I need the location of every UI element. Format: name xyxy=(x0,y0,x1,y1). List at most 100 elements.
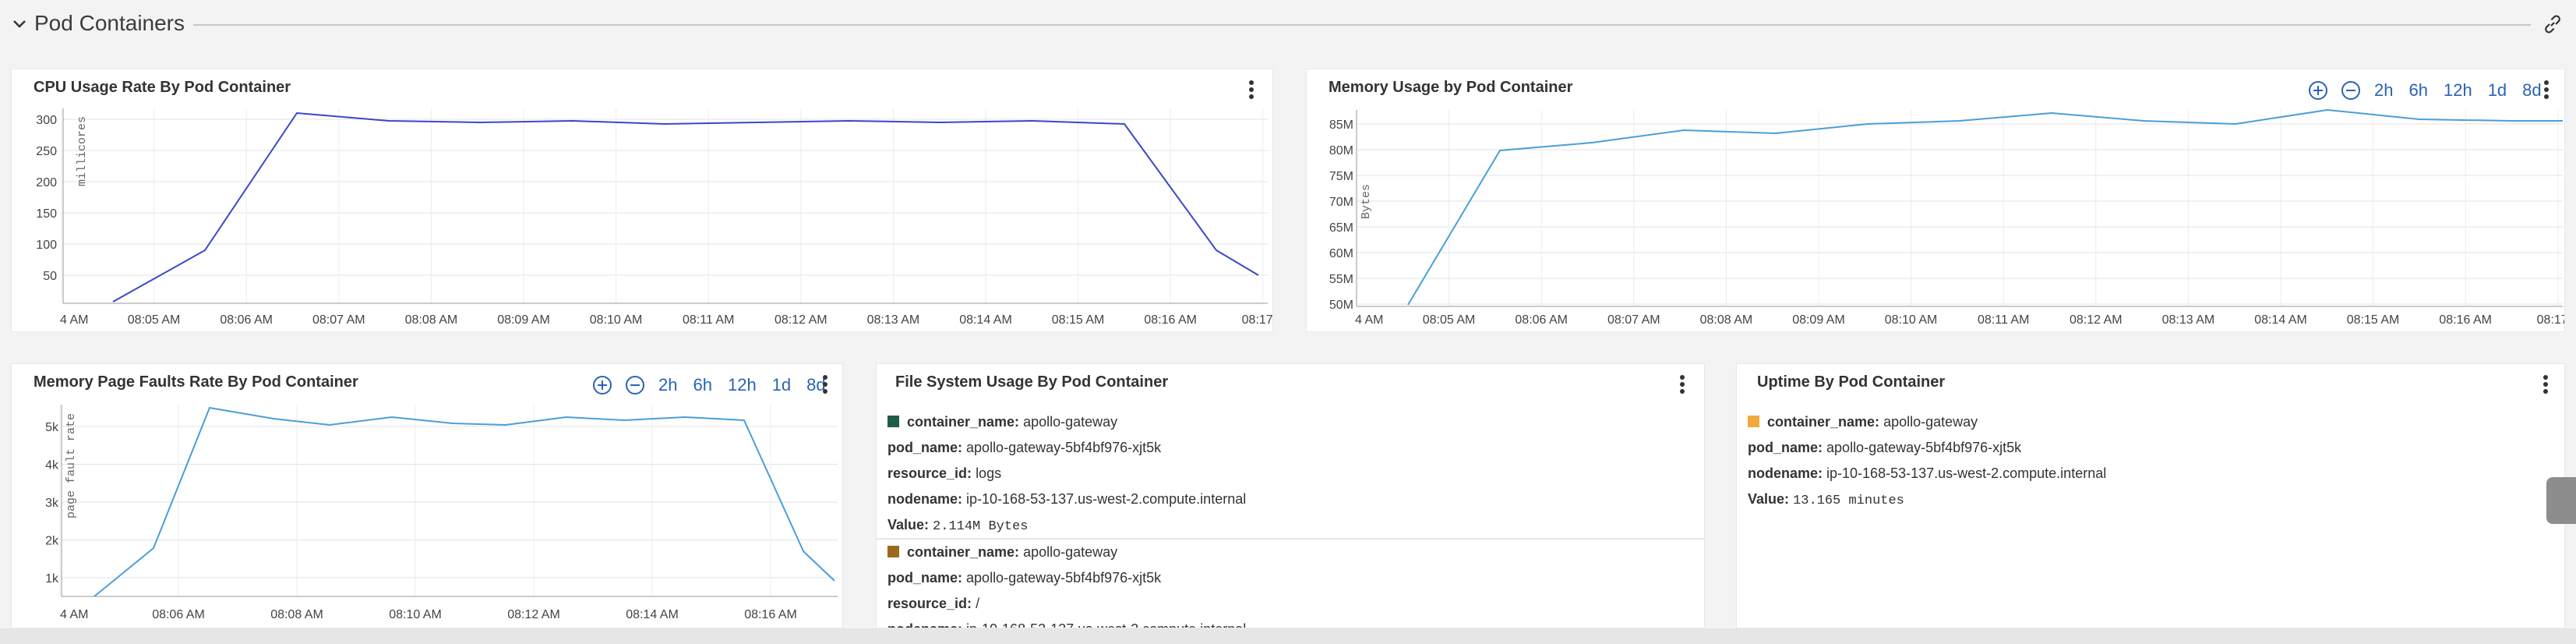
x-tick-label: 08:10 AM xyxy=(389,608,442,621)
nodename-value: ip-10-168-53-137.us-west-2.compute.inter… xyxy=(966,491,1247,507)
y-tick-label: 50M xyxy=(1329,299,1353,312)
list-item[interactable]: container_name: apollo-gateway pod_name:… xyxy=(877,538,1704,628)
series-color-swatch xyxy=(887,416,899,427)
uptime-panel: Uptime By Pod Container container_name: … xyxy=(1736,363,2565,628)
filesystem-menu-kebab-icon[interactable] xyxy=(1678,373,1687,397)
field-label: container_name: xyxy=(1767,414,1880,430)
y-tick-label: 75M xyxy=(1329,170,1353,183)
x-tick-label: 08:14 AM xyxy=(959,313,1012,327)
y-tick-label: 60M xyxy=(1329,247,1353,260)
y-tick-label: 150 xyxy=(36,207,57,221)
x-tick-label: 08:13 AM xyxy=(867,313,920,327)
pod-name-value: apollo-gateway-5bf4bf976-xjt5k xyxy=(1826,440,2022,455)
list-item[interactable]: container_name: apollo-gateway pod_name:… xyxy=(877,409,1704,538)
cpu-panel: CPU Usage Rate By Pod Container 300 250 20… xyxy=(11,69,1273,332)
x-tick-label: 08:08 AM xyxy=(1700,313,1753,327)
field-label: nodename: xyxy=(887,621,962,628)
x-tick-label: 08:08 AM xyxy=(405,313,458,327)
field-label: container_name: xyxy=(907,544,1020,560)
field-label: nodename: xyxy=(887,491,963,507)
field-label: resource_id: xyxy=(887,465,972,481)
x-tick-label: 08:08 AM xyxy=(270,608,323,621)
list-item[interactable]: container_name: apollo-gateway pod_name:… xyxy=(1737,409,2564,512)
x-tick-label: 08:15 AM xyxy=(1052,313,1105,327)
y-tick-label: 5k xyxy=(45,421,59,434)
y-tick-label: 2k xyxy=(45,535,59,548)
section-title[interactable]: Pod Containers xyxy=(34,11,185,36)
x-tick-label: 08:16 AM xyxy=(1144,313,1197,327)
value-readout: 13.165 minutes xyxy=(1793,494,1904,508)
x-tick-label: 08:10 AM xyxy=(590,313,643,327)
field-label: pod_name: xyxy=(887,570,963,586)
y-tick-label: 3k xyxy=(45,497,59,510)
x-tick-label: 08:16 AM xyxy=(744,608,797,621)
x-tick-label: 08:05 AM xyxy=(128,313,181,327)
y-tick-label: 70M xyxy=(1329,196,1353,209)
nodename-value: ip-10-168-53-137.us-west-2.compute.inter… xyxy=(1826,465,2107,481)
page-faults-chart[interactable]: 5k 4k 3k 2k 1k 4 AM 08:06 AM 08:08 AM 08:10 AM 0… xyxy=(12,364,843,628)
x-tick-label: 08:07 AM xyxy=(312,313,365,327)
x-tick-label: 08:17 A xyxy=(1242,313,1273,327)
resource-id-value: / xyxy=(976,596,980,611)
field-label: Value: xyxy=(1748,491,1790,507)
field-label: pod_name: xyxy=(887,440,963,455)
x-tick-label: 08:05 AM xyxy=(1423,313,1476,327)
side-panel-toggle[interactable] xyxy=(2546,477,2576,524)
x-tick-label: 08:14 AM xyxy=(626,608,679,621)
container-name-value: apollo-gateway xyxy=(1883,414,1978,430)
pod-name-value: apollo-gateway-5bf4bf976-xjt5k xyxy=(966,440,1162,455)
link-icon[interactable] xyxy=(2542,13,2564,35)
y-tick-label: 85M xyxy=(1329,119,1353,132)
x-tick-label: 08:12 AM xyxy=(2070,313,2123,327)
x-tick-label: 08:10 AM xyxy=(1885,313,1938,327)
uptime-list: container_name: apollo-gateway pod_name:… xyxy=(1737,409,2564,512)
cpu-y-axis-label: millicores xyxy=(76,116,89,186)
uptime-menu-kebab-icon[interactable] xyxy=(2541,373,2550,397)
x-tick-label: 08:09 AM xyxy=(497,313,550,327)
x-tick-label: 4 AM xyxy=(60,313,88,327)
y-tick-label: 1k xyxy=(45,572,59,586)
cpu-series-line[interactable] xyxy=(112,111,1259,303)
field-label: nodename: xyxy=(1748,465,1823,481)
scroll-fade xyxy=(0,628,2576,644)
x-tick-label: 08:11 AM xyxy=(683,313,734,327)
field-label: resource_id: xyxy=(887,596,972,611)
memory-series-line[interactable] xyxy=(1407,108,2563,306)
series-color-swatch xyxy=(1748,416,1759,427)
container-name-value: apollo-gateway xyxy=(1023,414,1118,430)
x-tick-label: 08:11 AM xyxy=(1978,313,2029,327)
y-tick-label: 250 xyxy=(36,145,57,158)
resource-id-value: logs xyxy=(976,465,1002,481)
x-tick-label: 08:09 AM xyxy=(1792,313,1845,327)
field-label: pod_name: xyxy=(1748,440,1823,455)
section-header: Pod Containers xyxy=(0,0,2576,51)
x-tick-label: 08:14 AM xyxy=(2254,313,2307,327)
page-faults-panel: Memory Page Faults Rate By Pod Container… xyxy=(11,363,843,628)
x-tick-label: 4 AM xyxy=(1355,313,1383,327)
series-color-swatch xyxy=(887,546,899,557)
value-readout: 2.114M Bytes xyxy=(933,519,1029,534)
chevron-down-icon[interactable] xyxy=(11,16,28,33)
x-tick-label: 08:12 AM xyxy=(507,608,560,621)
memory-y-axis-label: Bytes xyxy=(1360,184,1373,219)
x-tick-label: 08:06 AM xyxy=(1515,313,1568,327)
x-tick-label: 08:12 AM xyxy=(775,313,827,327)
nodename-value: ip-10-168-53-137.us-west-2.compute.inter… xyxy=(966,621,1246,628)
y-tick-label: 300 xyxy=(36,114,57,127)
x-tick-label: 08:06 AM xyxy=(152,608,205,621)
x-tick-label: 08:15 AM xyxy=(2347,313,2400,327)
x-tick-label: 08:06 AM xyxy=(220,313,273,327)
field-label: container_name: xyxy=(907,414,1020,430)
y-tick-label: 100 xyxy=(36,239,57,252)
memory-chart[interactable]: 85M 80M 75M 70M 65M 60M 55M 50M 4 AM 08:05 AM 08:… xyxy=(1307,69,2565,332)
y-tick-label: 50 xyxy=(43,270,57,283)
x-tick-label: 08:17 A xyxy=(2537,313,2565,327)
container-name-value: apollo-gateway xyxy=(1023,544,1118,560)
faults-y-axis-label: page fault rate xyxy=(65,413,78,518)
cpu-chart[interactable]: 300 250 200 150 100 50 4 AM 08:05 AM 08:06 AM 08… xyxy=(12,69,1273,332)
y-tick-label: 65M xyxy=(1329,221,1353,235)
x-tick-label: 4 AM xyxy=(60,608,88,621)
x-tick-label: 08:13 AM xyxy=(2162,313,2215,327)
section-divider xyxy=(193,24,2531,26)
uptime-panel-title: Uptime By Pod Container xyxy=(1757,373,1946,391)
